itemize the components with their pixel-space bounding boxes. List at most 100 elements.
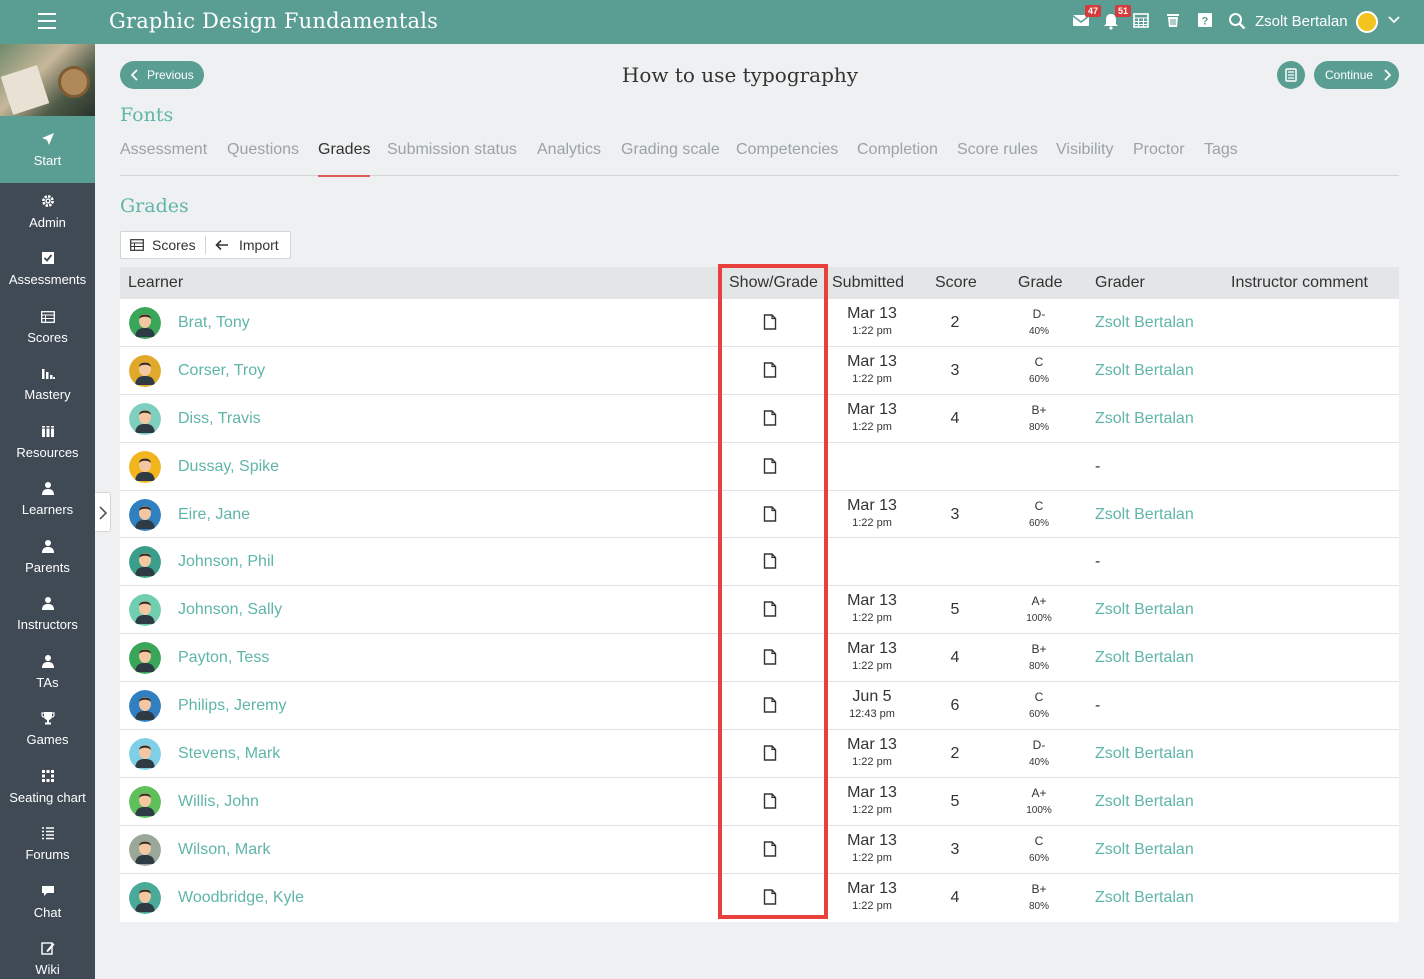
learner-name-link[interactable]: Payton, Tess [178, 649, 269, 667]
tab-analytics[interactable]: Analytics [537, 141, 601, 176]
show-grade-document-icon[interactable] [763, 601, 777, 622]
show-grade-document-icon[interactable] [763, 314, 777, 335]
column-score[interactable]: Score [935, 274, 977, 292]
show-grade-document-icon[interactable] [763, 553, 777, 574]
sidebar-item-admin[interactable]: Admin [0, 183, 95, 241]
learner-name-link[interactable]: Diss, Travis [178, 410, 261, 428]
tab-visibility[interactable]: Visibility [1056, 141, 1114, 176]
learner-name-link[interactable]: Stevens, Mark [178, 745, 280, 763]
learner-avatar[interactable] [129, 738, 161, 771]
menu-icon[interactable] [38, 13, 56, 29]
bell-icon[interactable]: 51 [1101, 5, 1131, 32]
tab-completion[interactable]: Completion [857, 141, 938, 176]
grader-link[interactable]: Zsolt Bertalan [1095, 506, 1194, 524]
column-submitted[interactable]: Submitted [832, 274, 904, 292]
learner-avatar[interactable] [129, 785, 161, 818]
sidebar-collapse-toggle[interactable] [95, 492, 111, 532]
show-grade-document-icon[interactable] [763, 457, 777, 479]
scores-button[interactable]: Scores [130, 232, 196, 258]
sidebar-item-wiki[interactable]: Wiki [0, 931, 95, 979]
user-avatar[interactable] [1356, 11, 1378, 33]
calendar-icon[interactable] [1131, 12, 1151, 32]
tab-proctor[interactable]: Proctor [1133, 141, 1185, 176]
sidebar-item-chat[interactable]: Chat [0, 873, 95, 931]
continue-button[interactable]: Continue [1314, 61, 1399, 89]
grader-link[interactable]: Zsolt Bertalan [1095, 793, 1194, 811]
sidebar-item-learners[interactable]: Learners [0, 471, 95, 529]
learner-name-link[interactable]: Johnson, Phil [178, 553, 274, 571]
tab-questions[interactable]: Questions [227, 141, 299, 176]
show-grade-document-icon[interactable] [763, 888, 777, 910]
show-grade-document-icon[interactable] [763, 649, 777, 670]
learner-name-link[interactable]: Woodbridge, Kyle [178, 889, 304, 907]
sidebar-item-forums[interactable]: Forums [0, 816, 95, 874]
learner-name-link[interactable]: Brat, Tony [178, 314, 250, 332]
show-grade-document-icon[interactable] [763, 697, 777, 718]
import-button[interactable]: Import [215, 232, 279, 258]
grader-link[interactable]: Zsolt Bertalan [1095, 362, 1194, 380]
sidebar-item-start[interactable]: Start [0, 116, 95, 183]
grader-link[interactable]: Zsolt Bertalan [1095, 601, 1194, 619]
show-grade-document-icon[interactable] [763, 745, 777, 766]
show-grade-document-icon[interactable] [763, 793, 777, 814]
column-show-grade[interactable]: Show/Grade [729, 274, 818, 292]
sidebar-item-instructors[interactable]: Instructors [0, 586, 95, 644]
user-name[interactable]: Zsolt Bertalan [1255, 13, 1348, 30]
grader-link[interactable]: Zsolt Bertalan [1095, 841, 1194, 859]
grader-link[interactable]: Zsolt Bertalan [1095, 745, 1194, 763]
grader-link[interactable]: Zsolt Bertalan [1095, 889, 1194, 907]
learner-avatar[interactable] [129, 307, 161, 339]
learner-avatar[interactable] [129, 354, 161, 387]
show-grade-document-icon[interactable] [763, 841, 777, 862]
tab-score-rules[interactable]: Score rules [957, 141, 1038, 176]
learner-name-link[interactable]: Corser, Troy [178, 362, 265, 380]
trash-icon[interactable] [1163, 12, 1183, 32]
notes-button[interactable] [1277, 61, 1305, 89]
chevron-down-icon[interactable] [1388, 14, 1400, 26]
sidebar-item-scores[interactable]: Scores [0, 298, 95, 356]
column-learner[interactable]: Learner [128, 274, 183, 292]
sidebar-item-seating-chart[interactable]: Seating chart [0, 758, 95, 816]
mail-icon[interactable]: 47 [1071, 5, 1101, 32]
learner-avatar[interactable] [129, 546, 161, 579]
learner-name-link[interactable]: Johnson, Sally [178, 601, 282, 619]
grader-link[interactable]: Zsolt Bertalan [1095, 314, 1194, 332]
learner-avatar[interactable] [129, 881, 161, 914]
learner-name-link[interactable]: Philips, Jeremy [178, 697, 286, 715]
learner-name-link[interactable]: Wilson, Mark [178, 841, 270, 859]
sidebar-item-parents[interactable]: Parents [0, 528, 95, 586]
learner-avatar[interactable] [129, 594, 161, 627]
learner-name-link[interactable]: Willis, John [178, 793, 259, 811]
show-grade-document-icon[interactable] [763, 505, 777, 527]
tab-tags[interactable]: Tags [1204, 141, 1238, 176]
grader-link[interactable]: Zsolt Bertalan [1095, 649, 1194, 667]
learner-avatar[interactable] [129, 833, 161, 866]
learner-avatar[interactable] [129, 498, 161, 531]
show-grade-document-icon[interactable] [763, 362, 777, 383]
sidebar-item-mastery[interactable]: Mastery [0, 356, 95, 414]
sidebar-item-assessments[interactable]: Assessments [0, 241, 95, 299]
learner-avatar[interactable] [129, 690, 161, 723]
search-icon[interactable] [1227, 12, 1247, 32]
course-title[interactable]: Graphic Design Fundamentals [109, 9, 438, 33]
column-grader[interactable]: Grader [1095, 274, 1145, 292]
learner-avatar[interactable] [129, 642, 161, 675]
submitted-date: Mar 13 [847, 640, 897, 658]
learner-avatar[interactable] [129, 450, 161, 483]
sidebar-item-tas[interactable]: TAs [0, 643, 95, 701]
show-grade-document-icon[interactable] [763, 410, 777, 431]
learner-name-link[interactable]: Eire, Jane [178, 506, 250, 524]
tab-grades[interactable]: Grades [318, 141, 371, 177]
column-grade[interactable]: Grade [1018, 274, 1062, 292]
grader-link[interactable]: Zsolt Bertalan [1095, 410, 1194, 428]
sidebar-item-games[interactable]: Games [0, 701, 95, 759]
learner-name-link[interactable]: Dussay, Spike [178, 458, 279, 476]
tab-submission-status[interactable]: Submission status [387, 141, 517, 176]
tab-grading-scale[interactable]: Grading scale [621, 141, 720, 176]
learner-avatar[interactable] [129, 402, 161, 435]
column-instructor-comment[interactable]: Instructor comment [1231, 274, 1368, 292]
help-icon[interactable]: ? [1195, 12, 1215, 32]
sidebar-item-resources[interactable]: Resources [0, 413, 95, 471]
tab-competencies[interactable]: Competencies [736, 141, 838, 176]
tab-assessment[interactable]: Assessment [120, 141, 207, 176]
